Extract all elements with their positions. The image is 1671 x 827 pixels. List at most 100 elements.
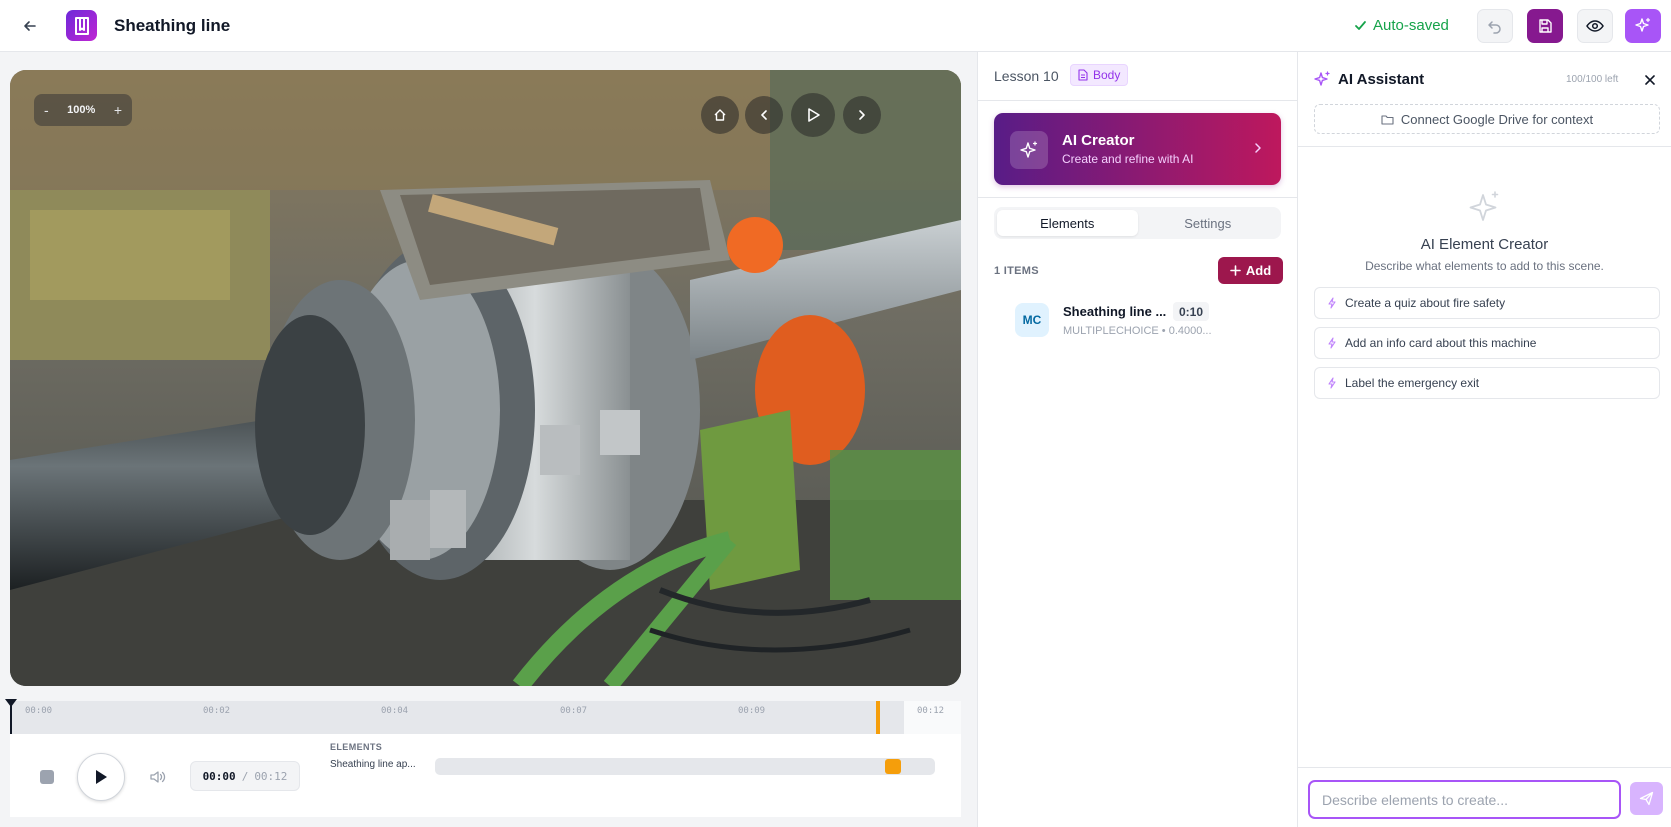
play-button[interactable]: [77, 753, 125, 801]
chevron-left-icon: [761, 110, 767, 120]
close-icon: [1645, 75, 1655, 85]
folder-icon: [1381, 114, 1394, 125]
items-count: 1 ITEMS: [994, 265, 1039, 277]
section-badge-label: Body: [1093, 68, 1121, 82]
sparkle-icon: [1314, 71, 1330, 86]
back-button[interactable]: [18, 14, 42, 38]
ai-quota: 100/100 left: [1566, 74, 1619, 85]
autosave-status: Auto-saved: [1354, 17, 1449, 34]
undo-icon: [1488, 21, 1501, 34]
ai-toggle-button[interactable]: [1625, 9, 1661, 43]
chevron-right-icon: [859, 110, 865, 120]
element-track[interactable]: [435, 758, 935, 775]
suggestion-label: Label the emergency exit: [1345, 376, 1480, 390]
sparkle-icon: [1469, 191, 1499, 221]
close-assistant-button[interactable]: [1641, 71, 1659, 89]
element-time: 0:10: [1173, 302, 1210, 321]
send-button[interactable]: [1630, 782, 1663, 815]
suggestion-chip[interactable]: Label the emergency exit: [1314, 367, 1660, 399]
track-label: Sheathing line ap...: [330, 759, 416, 770]
element-type-badge: MC: [1015, 303, 1049, 337]
lightning-icon: [1328, 377, 1336, 389]
suggestion-label: Create a quiz about fire safety: [1345, 296, 1506, 310]
timeline-ruler[interactable]: 00:00 00:02 00:04 00:07 00:09 00:12: [5, 699, 961, 734]
connect-drive-label: Connect Google Drive for context: [1400, 111, 1594, 127]
ruler-tick: 00:04: [381, 706, 409, 716]
suggestion-chip[interactable]: Add an info card about this machine: [1314, 327, 1660, 359]
ai-empty-title: AI Element Creator: [1420, 236, 1549, 253]
ai-creator-icon-box: [1010, 131, 1048, 169]
elements-track-heading: ELEMENTS: [330, 742, 383, 752]
top-bar: Sheathing line Auto-saved: [0, 0, 1671, 52]
scene-image: [10, 70, 961, 686]
add-element-button[interactable]: Add: [1218, 257, 1283, 284]
ruler-tick: 00:07: [560, 706, 588, 716]
time-display: 00:00 / 00:12: [190, 761, 300, 791]
undo-button[interactable]: [1477, 9, 1513, 43]
zoom-out-button[interactable]: -: [44, 102, 49, 118]
play-outline-icon: [808, 108, 820, 122]
playhead[interactable]: [5, 699, 17, 734]
lesson-header: Lesson 10 Body: [978, 52, 1299, 101]
ruler-tick: 00:02: [203, 706, 231, 716]
zoom-in-button[interactable]: +: [114, 102, 122, 118]
lesson-panel: Lesson 10 Body AI Creator Create and ref…: [977, 52, 1299, 827]
zoom-control: - 100% +: [34, 94, 132, 126]
volume-button[interactable]: [148, 768, 166, 786]
divider: [1298, 146, 1671, 147]
volume-icon: [150, 771, 166, 783]
lesson-label: Lesson 10: [994, 68, 1059, 84]
connect-drive-button[interactable]: Connect Google Drive for context: [1314, 104, 1660, 134]
time-separator: /: [241, 769, 249, 783]
ruler-tick: 00:00: [25, 706, 53, 716]
suggestion-label: Add an info card about this machine: [1345, 336, 1537, 350]
ai-assistant-title: AI Assistant: [1338, 71, 1425, 88]
add-element-label: Add: [1245, 263, 1272, 278]
tab-elements[interactable]: Elements: [997, 210, 1138, 236]
autosave-label: Auto-saved: [1373, 17, 1449, 34]
list-item[interactable]: MC Sheathing line ... 0:10 MULTIPLECHOIC…: [994, 296, 1283, 348]
element-marker-line[interactable]: [876, 701, 880, 734]
ai-creator-title: AI Creator: [1062, 132, 1135, 149]
arrow-left-icon: [24, 21, 36, 31]
timeline: 00:00 00:02 00:04 00:07 00:09 00:12 00:0…: [5, 699, 961, 817]
divider: [978, 197, 1299, 198]
eye-icon: [1586, 20, 1604, 32]
ai-empty-subtitle: Describe what elements to add to this sc…: [1365, 259, 1604, 273]
next-scene-button[interactable]: [843, 96, 881, 134]
sparkle-icon: [1635, 17, 1651, 32]
send-icon: [1639, 791, 1654, 806]
plus-icon: [1230, 265, 1241, 276]
check-icon: [1355, 21, 1366, 30]
suggestion-chip[interactable]: Create a quiz about fire safety: [1314, 287, 1660, 319]
tab-settings[interactable]: Settings: [1138, 210, 1279, 236]
previous-scene-button[interactable]: [745, 96, 783, 134]
ai-input-area: [1298, 767, 1671, 827]
scene-play-button[interactable]: [791, 93, 835, 137]
book-icon: [74, 16, 89, 35]
zoom-level: 100%: [67, 104, 96, 116]
scene-viewport[interactable]: - 100% +: [10, 70, 961, 686]
ruler-tick: 00:09: [738, 706, 766, 716]
lightning-icon: [1328, 297, 1336, 309]
panel-tabs: Elements Settings: [994, 207, 1281, 239]
chevron-right-icon: [1255, 143, 1261, 153]
track-element-marker[interactable]: [885, 759, 901, 774]
preview-button[interactable]: [1577, 9, 1613, 43]
ai-assistant-panel: AI Assistant 100/100 left Connect Google…: [1298, 52, 1671, 827]
page-title: Sheathing line: [114, 16, 231, 35]
playhead-handle[interactable]: [5, 699, 17, 707]
ai-prompt-input[interactable]: [1308, 780, 1621, 819]
current-time: 00:00: [202, 769, 236, 783]
save-button[interactable]: [1527, 9, 1563, 43]
home-view-button[interactable]: [701, 96, 739, 134]
home-icon: [714, 109, 726, 121]
ruler-tick: 00:12: [917, 706, 945, 716]
stop-button[interactable]: [40, 770, 54, 784]
ai-creator-card[interactable]: AI Creator Create and refine with AI: [994, 113, 1281, 185]
element-title: Sheathing line ...: [1063, 304, 1167, 319]
section-badge[interactable]: Body: [1070, 64, 1129, 86]
element-meta: MULTIPLECHOICE • 0.4000...: [1063, 325, 1212, 337]
lightning-icon: [1328, 337, 1336, 349]
app-logo: [66, 10, 97, 41]
